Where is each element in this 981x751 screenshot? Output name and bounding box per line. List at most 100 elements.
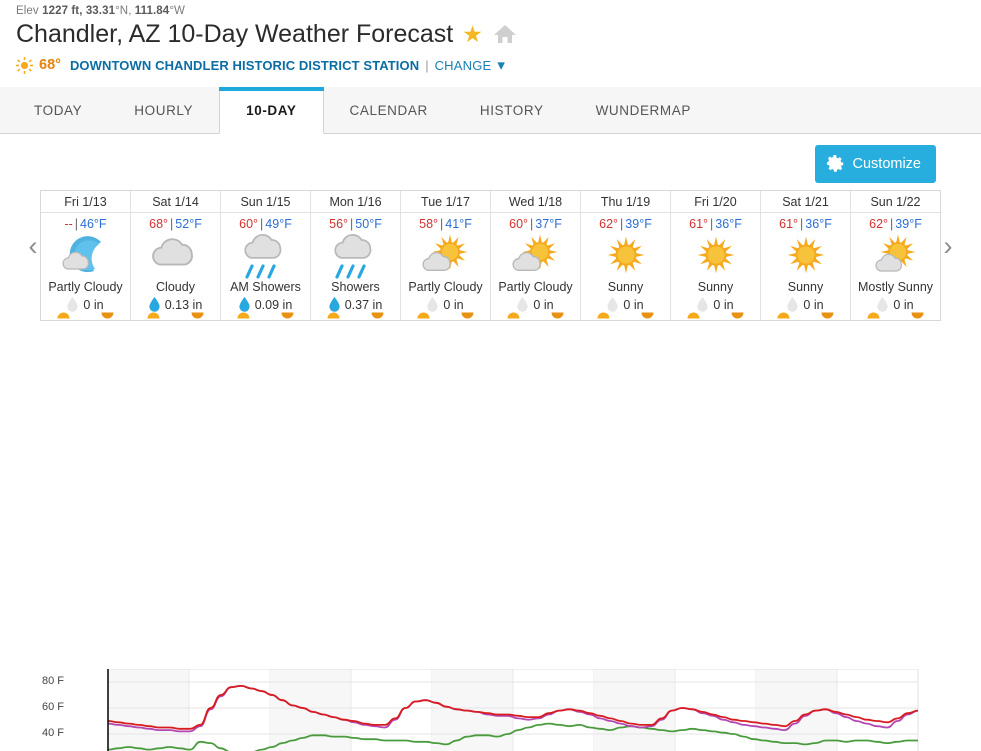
day-condition: Sunny xyxy=(607,280,644,294)
sun-times-row xyxy=(851,309,940,319)
day-date: Sat 1/21 xyxy=(761,194,850,213)
sunset-icon xyxy=(371,312,384,319)
cloudy-icon xyxy=(145,232,207,279)
day-cards: Fri 1/13 -- | 46°F Partly Cloudy 0 in Sat … xyxy=(40,190,941,321)
day-temps: 62° | 39°F xyxy=(869,217,922,231)
day-date: Sun 1/15 xyxy=(221,194,310,213)
day-high-temp: 62° xyxy=(869,217,889,231)
tab-hourly[interactable]: HOURLY xyxy=(108,87,219,133)
longitude-value: 111.84 xyxy=(134,5,170,17)
sunrise-icon xyxy=(237,312,250,319)
station-name-link[interactable]: DOWNTOWN CHANDLER HISTORIC DISTRICT STAT… xyxy=(70,58,419,73)
day-card[interactable]: Sun 1/22 62° | 39°F Mostly Sunny 0 in xyxy=(851,191,940,320)
sun-times-row xyxy=(131,309,220,319)
partly-cloudy-day-icon xyxy=(505,232,567,279)
day-date: Mon 1/16 xyxy=(311,194,400,213)
latitude-value: 33.31 xyxy=(85,5,116,17)
sunset-icon xyxy=(461,312,474,319)
day-low-temp: 36°F xyxy=(805,217,832,231)
sunset-icon xyxy=(641,312,654,319)
sunny-icon xyxy=(775,232,837,279)
station-row: 68° DOWNTOWN CHANDLER HISTORIC DISTRICT … xyxy=(0,49,981,74)
day-card[interactable]: Sat 1/14 68° | 52°F Cloudy 0.13 in xyxy=(131,191,221,320)
tab-label: HISTORY xyxy=(479,102,544,118)
day-date: Wed 1/18 xyxy=(491,194,580,213)
day-card[interactable]: Fri 1/13 -- | 46°F Partly Cloudy 0 in xyxy=(41,191,131,320)
day-high-temp: 56° xyxy=(329,217,349,231)
sunrise-icon xyxy=(867,312,880,319)
tab-10-day[interactable]: 10-DAY xyxy=(219,87,324,134)
tab-label: CALENDAR xyxy=(349,102,428,118)
longitude-unit: °W xyxy=(169,5,185,17)
day-date: Tue 1/17 xyxy=(401,194,490,213)
day-date: Sun 1/22 xyxy=(851,194,940,213)
day-condition: Partly Cloudy xyxy=(48,280,123,294)
sunrise-icon xyxy=(417,312,430,319)
sunset-icon xyxy=(821,312,834,319)
day-low-temp: 52°F xyxy=(175,217,202,231)
showers-icon xyxy=(325,232,387,279)
day-low-temp: 49°F xyxy=(265,217,292,231)
day-condition: Showers xyxy=(331,280,380,294)
day-high-temp: 68° xyxy=(149,217,169,231)
tab-history[interactable]: HISTORY xyxy=(454,87,570,133)
day-date: Fri 1/13 xyxy=(41,194,130,213)
day-card[interactable]: Thu 1/19 62° | 39°F Sunny 0 in xyxy=(581,191,671,320)
sunrise-icon xyxy=(777,312,790,319)
sunset-icon xyxy=(101,312,114,319)
day-low-temp: 37°F xyxy=(535,217,562,231)
tab-calendar[interactable]: CALENDAR xyxy=(324,87,454,133)
partly-cloudy-day-icon xyxy=(415,232,477,279)
day-condition: Partly Cloudy xyxy=(498,280,573,294)
sun-times-row xyxy=(761,309,850,319)
current-temperature: 68° xyxy=(39,57,61,73)
sunny-icon xyxy=(595,232,657,279)
sun-times-row xyxy=(41,309,130,319)
gear-icon xyxy=(826,155,845,173)
tab-label: HOURLY xyxy=(134,102,194,118)
day-temps: 60° | 49°F xyxy=(239,217,292,231)
day-high-temp: 62° xyxy=(599,217,619,231)
home-icon[interactable] xyxy=(493,23,517,45)
tab-today[interactable]: TODAY xyxy=(8,87,108,133)
day-card[interactable]: Wed 1/18 60° | 37°F Partly Cloudy 0 in xyxy=(491,191,581,320)
elev-label: Elev xyxy=(16,5,39,17)
day-temps: 58° | 41°F xyxy=(419,217,472,231)
day-condition: Cloudy xyxy=(156,280,195,294)
day-temps: 56° | 50°F xyxy=(329,217,382,231)
day-temps: 61° | 36°F xyxy=(689,217,742,231)
change-station-link[interactable]: CHANGE xyxy=(435,58,492,73)
sun-times-row xyxy=(221,309,310,319)
day-low-temp: 41°F xyxy=(445,217,472,231)
sunny-icon xyxy=(685,232,747,279)
sunrise-icon xyxy=(507,312,520,319)
day-card[interactable]: Tue 1/17 58° | 41°F Partly Cloudy 0 in xyxy=(401,191,491,320)
sunrise-icon xyxy=(687,312,700,319)
day-date: Sat 1/14 xyxy=(131,194,220,213)
day-condition: Mostly Sunny xyxy=(857,280,934,294)
chevron-down-icon[interactable]: ▾ xyxy=(497,56,505,74)
main-tabs: TODAY HOURLY 10-DAY CALENDAR HISTORY WUN… xyxy=(0,87,981,134)
day-high-temp: -- xyxy=(64,217,73,231)
day-temps: -- | 46°F xyxy=(64,217,107,231)
elev-value: 1227 ft, xyxy=(42,5,83,17)
day-card[interactable]: Sat 1/21 61° | 36°F Sunny 0 in xyxy=(761,191,851,320)
title-row: Chandler, AZ 10-Day Weather Forecast ★ xyxy=(0,17,981,49)
tab-label: 10-DAY xyxy=(246,102,297,118)
day-low-temp: 36°F xyxy=(715,217,742,231)
showers-icon xyxy=(235,232,297,279)
temperature-chart xyxy=(107,669,919,751)
customize-button[interactable]: Customize xyxy=(814,145,936,183)
forecast-day-strip: ‹ › Fri 1/13 -- | 46°F Partly Cloudy 0 in … xyxy=(18,190,963,325)
day-temps: 68° | 52°F xyxy=(149,217,202,231)
tab-label: WUNDERMAP xyxy=(595,102,691,118)
star-icon[interactable]: ★ xyxy=(462,22,483,46)
day-condition: Partly Cloudy xyxy=(408,280,483,294)
day-card[interactable]: Sun 1/15 60° | 49°F AM Showers 0.09 in xyxy=(221,191,311,320)
day-card[interactable]: Mon 1/16 56° | 50°F Showers 0.37 in xyxy=(311,191,401,320)
day-card[interactable]: Fri 1/20 61° | 36°F Sunny 0 in xyxy=(671,191,761,320)
mostly-sunny-icon xyxy=(865,232,927,279)
tab-wundermap[interactable]: WUNDERMAP xyxy=(570,87,717,133)
day-date: Fri 1/20 xyxy=(671,194,760,213)
toolbar: Customize xyxy=(0,134,981,190)
